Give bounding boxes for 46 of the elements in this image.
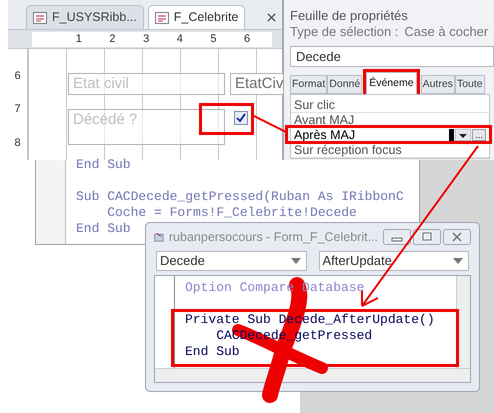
code-dropdown[interactable]: AfterUpdate xyxy=(318,251,469,271)
code-line: End Sub xyxy=(76,157,132,173)
ruler-number: 3 xyxy=(143,32,150,47)
code-line: Sub CACDecede_getPressed(Ruban As IRibbonC xyxy=(76,189,404,205)
code-line: Coche = Forms!F_Celebrite!Decede xyxy=(106,205,358,221)
object-dropdown[interactable]: Decede xyxy=(290,46,494,67)
dropdown-arrow-icon xyxy=(453,258,463,264)
code-line: End Sub xyxy=(76,221,132,237)
form-icon xyxy=(33,12,47,24)
form-checkbox[interactable] xyxy=(234,111,248,125)
highlight-frame xyxy=(199,103,254,135)
property-tab[interactable]: Autres xyxy=(420,75,455,94)
ruler-number: 6 xyxy=(14,68,21,84)
property-tab[interactable]: Événeme xyxy=(366,72,417,94)
dropdown-arrow-icon xyxy=(290,258,300,264)
text-cursor xyxy=(449,129,454,141)
ruler-number: 7 xyxy=(14,102,21,118)
connector-line xyxy=(254,115,286,133)
maximize-icon[interactable] xyxy=(413,229,441,245)
horizontal-scrollbar[interactable] xyxy=(155,368,470,382)
property-tab[interactable]: Toute xyxy=(454,75,485,94)
dropdown-arrow-icon[interactable] xyxy=(455,129,472,141)
property-tab[interactable]: Format xyxy=(290,75,328,94)
selection-type-value: Case à cocher xyxy=(404,24,488,40)
property-row[interactable]: Sur clic xyxy=(291,98,489,113)
minimize-icon[interactable] xyxy=(383,229,411,245)
document-tab[interactable]: F_USYSRibb... xyxy=(26,5,144,29)
ruler-number: 2 xyxy=(109,32,116,47)
close-icon[interactable] xyxy=(443,229,471,245)
code-line: End Sub xyxy=(185,344,241,360)
app-icon xyxy=(154,230,164,244)
panel-title: Feuille de propriétés xyxy=(290,8,409,24)
document-tab[interactable]: F_Celebrite xyxy=(148,5,246,29)
code-dropdown[interactable]: Decede xyxy=(156,251,306,271)
window-title: rubanpersocours - Form_F_Celebrit... xyxy=(168,228,378,246)
builder-button[interactable]: ... xyxy=(472,129,486,141)
selection-type-label: Type de sélection : xyxy=(290,24,398,40)
ruler-number: 5 xyxy=(210,32,217,47)
ruler-number: 8 xyxy=(14,136,21,151)
property-tab[interactable]: Donné xyxy=(327,75,362,94)
form-icon xyxy=(154,12,169,24)
ruler-number: 1 xyxy=(76,32,82,47)
property-row[interactable]: Sur réception focus xyxy=(291,143,489,158)
close-icon[interactable] xyxy=(267,13,276,22)
ruler-number: 6 xyxy=(244,32,250,47)
ruler-number: 4 xyxy=(176,32,183,47)
